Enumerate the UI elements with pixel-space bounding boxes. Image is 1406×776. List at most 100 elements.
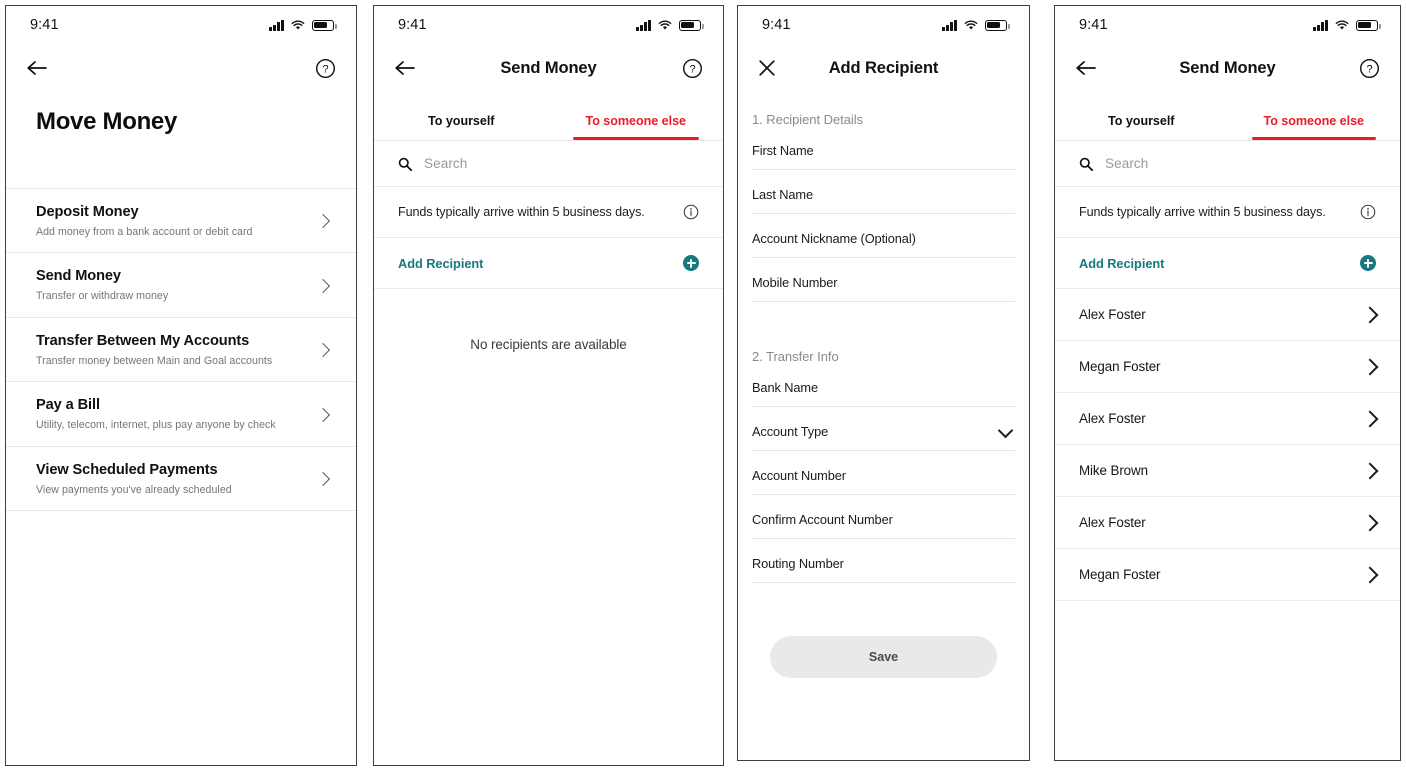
help-button[interactable]: ? [306, 58, 336, 79]
back-button[interactable] [394, 59, 424, 77]
field-label: Last Name [752, 187, 813, 202]
field-label: Bank Name [752, 380, 818, 395]
chevron-right-icon [1361, 306, 1379, 323]
phone-screen-send-money-empty: 9:41 Send Money ? To yourself To someone… [373, 5, 724, 766]
back-button[interactable] [1075, 59, 1105, 77]
plus-circle-icon[interactable] [683, 255, 699, 271]
battery-icon [312, 19, 337, 31]
status-bar-icons [269, 19, 337, 31]
field-label: Confirm Account Number [752, 512, 893, 527]
chevron-right-icon [1361, 514, 1379, 531]
menu-item-view-scheduled-payments[interactable]: View Scheduled Payments View payments yo… [6, 445, 356, 510]
field-label: Account Number [752, 468, 846, 483]
last-name-field[interactable]: Last Name [752, 187, 1015, 214]
menu-item-subtitle: Transfer or withdraw money [36, 290, 169, 303]
battery-icon [679, 19, 704, 31]
cellular-signal-icon [1313, 19, 1328, 31]
list-item[interactable]: Mike Brown [1055, 445, 1400, 497]
phone-screen-move-money: 9:41 ? Move Money Deposit Money Add mone… [5, 5, 357, 766]
menu-item-deposit-money[interactable]: Deposit Money Add money from a bank acco… [6, 188, 356, 252]
add-recipient-button[interactable]: Add Recipient [374, 238, 723, 289]
list-item[interactable]: Alex Foster [1055, 393, 1400, 445]
bank-name-field[interactable]: Bank Name [752, 380, 1015, 407]
add-recipient-label: Add Recipient [1079, 255, 1165, 271]
save-button[interactable]: Save [770, 636, 997, 678]
transfer-target-tabs: To yourself To someone else [1055, 106, 1401, 141]
tab-to-someone-else[interactable]: To someone else [1228, 106, 1401, 141]
confirm-account-number-field[interactable]: Confirm Account Number [752, 512, 1015, 539]
back-button[interactable] [26, 59, 56, 77]
list-item[interactable]: Alex Foster [1055, 497, 1400, 549]
account-number-field[interactable]: Account Number [752, 468, 1015, 495]
wifi-icon [291, 20, 305, 31]
page-title: Move Money [36, 108, 178, 135]
chevron-right-icon [1361, 410, 1379, 427]
tab-to-yourself[interactable]: To yourself [1055, 106, 1228, 140]
mobile-number-field[interactable]: Mobile Number [752, 275, 1015, 302]
menu-item-subtitle: Utility, telecom, internet, plus pay any… [36, 419, 276, 432]
wifi-icon [658, 20, 672, 31]
nav-bar: Add Recipient [738, 44, 1029, 92]
list-item[interactable]: Alex Foster [1055, 289, 1400, 341]
search-icon [1079, 157, 1093, 171]
nav-title: Send Money [500, 58, 597, 77]
field-label: First Name [752, 143, 814, 158]
recipient-name: Mike Brown [1079, 463, 1148, 478]
plus-circle-icon[interactable] [1360, 255, 1376, 271]
list-item[interactable]: Megan Foster [1055, 341, 1400, 393]
search-input-placeholder[interactable]: Search [1105, 156, 1148, 171]
info-circle-icon[interactable] [683, 204, 699, 220]
search-input-placeholder[interactable]: Search [424, 156, 467, 171]
screenshot-canvas: 9:41 ? Move Money Deposit Money Add mone… [0, 0, 1406, 776]
menu-item-title: View Scheduled Payments [36, 461, 218, 478]
list-end-divider [6, 510, 356, 512]
phone-screen-send-money-list: 9:41 Send Money ? To yourself To someone… [1054, 5, 1401, 761]
menu-item-subtitle: Add money from a bank account or debit c… [36, 225, 253, 238]
field-label: Mobile Number [752, 275, 838, 290]
recipient-name: Alex Foster [1079, 307, 1146, 322]
search-bar[interactable]: Search [1055, 141, 1400, 187]
cellular-signal-icon [269, 19, 284, 31]
section-heading-recipient-details: 1. Recipient Details [752, 112, 863, 127]
menu-item-pay-a-bill[interactable]: Pay a Bill Utility, telecom, internet, p… [6, 381, 356, 445]
funds-arrival-text: Funds typically arrive within 5 business… [1079, 205, 1326, 219]
transfer-target-tabs: To yourself To someone else [374, 106, 724, 141]
save-button-container: Save [752, 600, 1015, 678]
search-bar[interactable]: Search [374, 141, 723, 187]
account-nickname-field[interactable]: Account Nickname (Optional) [752, 231, 1015, 258]
recipient-name: Megan Foster [1079, 359, 1161, 374]
wifi-icon [1335, 20, 1349, 31]
info-circle-icon[interactable] [1360, 204, 1376, 220]
help-button[interactable]: ? [673, 58, 703, 79]
tab-to-yourself[interactable]: To yourself [374, 106, 549, 140]
funds-arrival-text: Funds typically arrive within 5 business… [398, 205, 645, 219]
move-money-menu: Deposit Money Add money from a bank acco… [6, 188, 356, 512]
close-button[interactable] [758, 59, 788, 77]
add-recipient-button[interactable]: Add Recipient [1055, 238, 1400, 289]
back-arrow-icon [27, 61, 47, 75]
field-label: Account Type [752, 424, 829, 439]
list-item[interactable]: Megan Foster [1055, 549, 1400, 601]
cellular-signal-icon [942, 19, 957, 31]
first-name-field[interactable]: First Name [752, 143, 1015, 170]
recipient-name: Alex Foster [1079, 411, 1146, 426]
routing-number-field[interactable]: Routing Number [752, 556, 1015, 583]
account-type-select[interactable]: Account Type [752, 422, 1015, 451]
svg-text:?: ? [689, 63, 695, 75]
status-bar-time: 9:41 [762, 17, 791, 33]
tab-to-someone-else[interactable]: To someone else [549, 106, 724, 141]
battery-icon [985, 19, 1010, 31]
battery-icon [1356, 19, 1381, 31]
menu-item-subtitle: View payments you've already scheduled [36, 483, 232, 496]
chevron-right-icon [1361, 358, 1379, 375]
menu-item-transfer-between-my-accounts[interactable]: Transfer Between My Accounts Transfer mo… [6, 316, 356, 381]
status-bar-icons [1313, 19, 1381, 31]
help-button[interactable]: ? [1350, 58, 1380, 79]
status-bar-icons [942, 19, 1010, 31]
chevron-down-icon[interactable] [997, 422, 1014, 438]
close-x-icon [759, 60, 775, 76]
svg-text:?: ? [322, 63, 328, 75]
section-heading-transfer-info: 2. Transfer Info [752, 349, 839, 364]
menu-item-send-money[interactable]: Send Money Transfer or withdraw money [6, 252, 356, 316]
status-bar-icons [636, 19, 704, 31]
